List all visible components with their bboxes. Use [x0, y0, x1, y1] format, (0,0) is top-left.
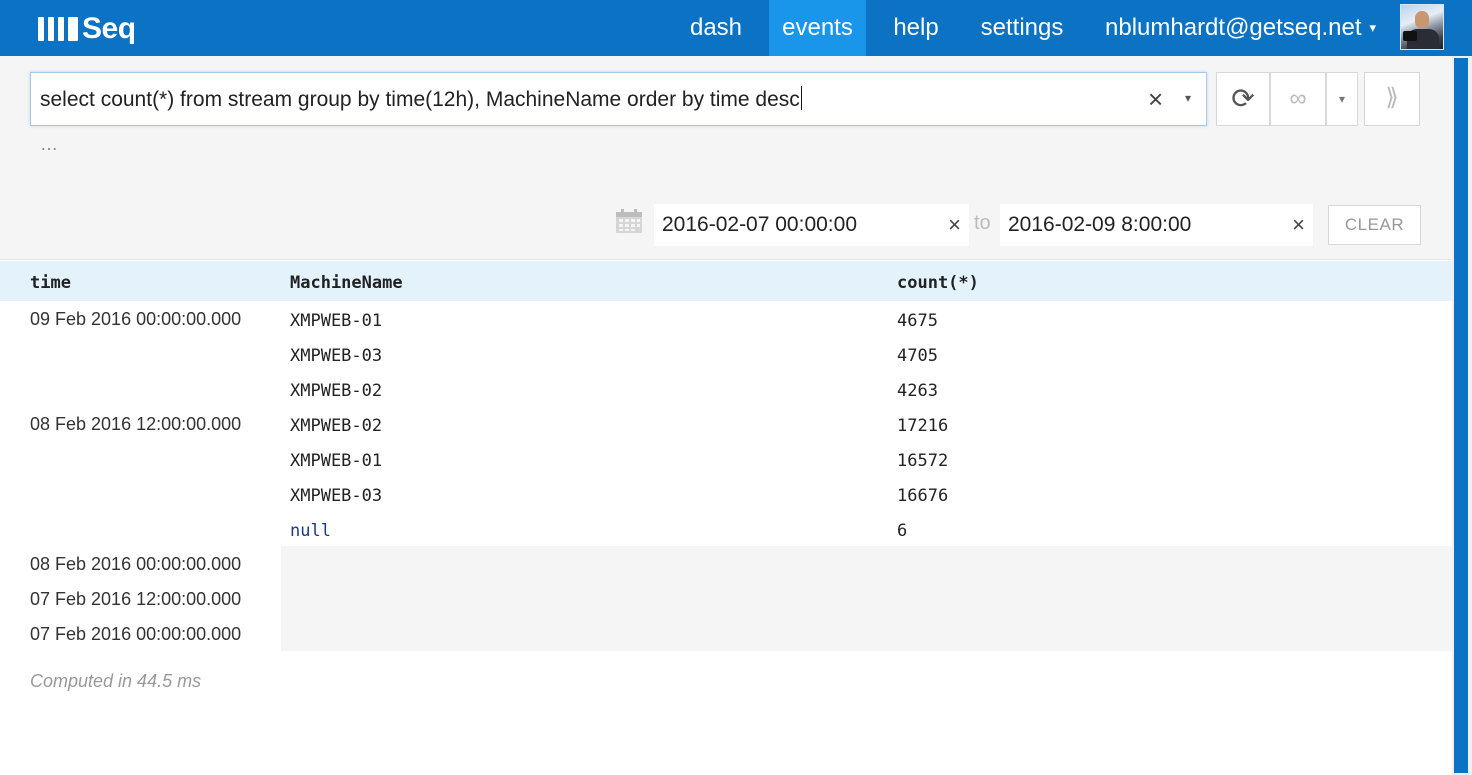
refresh-icon: ⟳ [1231, 83, 1255, 114]
avatar[interactable] [1400, 4, 1444, 50]
cell-machine-null: null [290, 521, 331, 541]
column-header-machinename: MachineName [290, 273, 403, 293]
cell-machine: XMPWEB-03 [290, 486, 383, 506]
nav-events[interactable]: events [769, 0, 866, 56]
table-header: time MachineName count(*) [0, 261, 1452, 301]
table-row: XMPWEB-01 16572 [0, 441, 1452, 476]
nav-help[interactable]: help [880, 0, 952, 56]
cell-machine: XMPWEB-01 [290, 311, 383, 331]
nav-dash[interactable]: dash [676, 0, 756, 56]
cell-time: 07 Feb 2016 12:00:00.000 [30, 589, 242, 609]
cell-time: 08 Feb 2016 00:00:00.000 [30, 554, 242, 574]
query-panel: select count(*) from stream group by tim… [0, 56, 1452, 260]
cell-count: 16572 [897, 451, 949, 471]
avatar-head [1415, 11, 1429, 28]
infinity-icon: ∞ [1289, 85, 1307, 112]
cell-count: 4263 [897, 381, 938, 401]
seq-logo-icon [38, 17, 78, 41]
computed-time-note: Computed in 44.5 ms [30, 671, 202, 691]
cell-count: 4705 [897, 346, 938, 366]
empty-cell-fill [281, 581, 1452, 616]
range-to-label: to [974, 212, 991, 234]
tail-dropdown-button[interactable]: ▾ [1326, 72, 1358, 126]
scrollbar-thumb[interactable] [1454, 58, 1468, 773]
brand-name: Seq [82, 12, 136, 45]
expand-button[interactable]: ⟫ [1364, 72, 1420, 126]
cell-count: 17216 [897, 416, 949, 436]
table-row: XMPWEB-02 4263 [0, 371, 1452, 406]
cell-time: 09 Feb 2016 00:00:00.000 [30, 309, 242, 329]
chevron-down-icon: ▾ [1369, 20, 1377, 35]
clear-from-icon[interactable]: × [948, 212, 961, 238]
query-history-dropdown-icon[interactable]: ▾ [1185, 91, 1191, 105]
query-input[interactable]: select count(*) from stream group by tim… [30, 72, 1207, 126]
user-menu[interactable]: nblumhardt@getseq.net ▾ [1094, 0, 1390, 56]
table-row: XMPWEB-03 16676 [0, 476, 1452, 511]
cell-machine: XMPWEB-01 [290, 451, 383, 471]
range-to-value: 2016-02-09 8:00:00 [1008, 213, 1192, 236]
range-from-value: 2016-02-07 00:00:00 [662, 213, 857, 236]
cell-count: 16676 [897, 486, 949, 506]
table-row-empty: 08 Feb 2016 00:00:00.000 [0, 546, 1452, 581]
nav-settings[interactable]: settings [966, 0, 1078, 56]
clear-to-icon[interactable]: × [1292, 212, 1305, 238]
clear-query-icon[interactable]: × [1148, 85, 1163, 113]
double-chevron-right-icon: ⟫ [1385, 84, 1399, 111]
table-row: XMPWEB-03 4705 [0, 336, 1452, 371]
table-row-empty: 07 Feb 2016 00:00:00.000 [0, 616, 1452, 651]
range-from-input[interactable]: 2016-02-07 00:00:00 × [654, 204, 969, 246]
query-ellipsis[interactable]: … [40, 134, 59, 155]
table-row-empty: 07 Feb 2016 12:00:00.000 [0, 581, 1452, 616]
range-to-input[interactable]: 2016-02-09 8:00:00 × [1000, 204, 1313, 246]
cell-machine: XMPWEB-03 [290, 346, 383, 366]
cell-time: 07 Feb 2016 00:00:00.000 [30, 624, 242, 644]
user-email: nblumhardt@getseq.net [1105, 14, 1362, 41]
top-navbar: Seq dash events help settings nblumhardt… [0, 0, 1472, 56]
table-row: null 6 [0, 511, 1452, 546]
cell-time: 08 Feb 2016 12:00:00.000 [30, 414, 242, 434]
clear-range-button[interactable]: CLEAR [1328, 205, 1421, 245]
column-header-time: time [30, 273, 71, 293]
query-text[interactable]: select count(*) from stream group by tim… [40, 86, 802, 112]
tail-button[interactable]: ∞ [1270, 72, 1326, 126]
cell-machine: XMPWEB-02 [290, 416, 383, 436]
table-row: 09 Feb 2016 00:00:00.000 XMPWEB-01 4675 [0, 301, 1452, 336]
avatar-camera [1403, 31, 1417, 41]
empty-cell-fill [281, 546, 1452, 581]
results-table: time MachineName count(*) 09 Feb 2016 00… [0, 261, 1452, 651]
table-row: 08 Feb 2016 12:00:00.000 XMPWEB-02 17216 [0, 406, 1452, 441]
refresh-button[interactable]: ⟳ [1216, 72, 1270, 126]
cell-count: 4675 [897, 311, 938, 331]
empty-cell-fill [281, 616, 1452, 651]
calendar-icon[interactable] [615, 208, 643, 234]
chevron-down-icon: ▾ [1338, 92, 1346, 106]
column-header-count: count(*) [897, 273, 979, 293]
seq-logo[interactable]: Seq [38, 12, 136, 46]
cell-machine: XMPWEB-02 [290, 381, 383, 401]
cell-count: 6 [897, 521, 908, 541]
